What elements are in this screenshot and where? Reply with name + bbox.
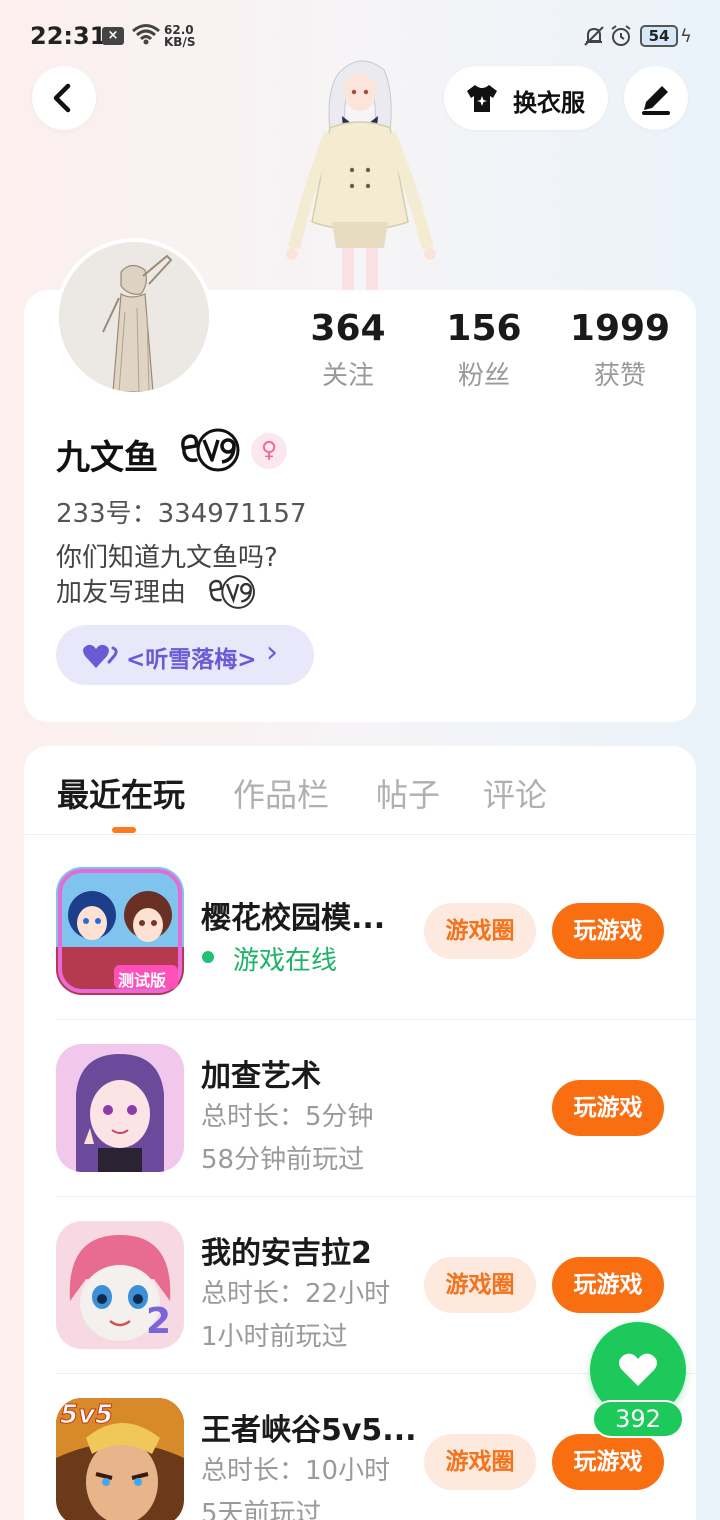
game-name: 樱花校园模... bbox=[201, 901, 386, 936]
heart-group-icon bbox=[83, 644, 118, 668]
tab-recently-played[interactable]: 最近在玩 bbox=[57, 770, 185, 816]
tab-works[interactable]: 作品栏 bbox=[233, 770, 329, 816]
game-circle-button[interactable]: 游戏圈 bbox=[424, 1434, 536, 1490]
game-duration: 总时长：5分钟 bbox=[201, 1102, 374, 1132]
stat-likes[interactable]: 1999 获赞 bbox=[550, 308, 690, 392]
game-circle-button[interactable]: 游戏圈 bbox=[424, 1257, 536, 1313]
active-tab-indicator bbox=[112, 827, 136, 833]
play-game-button[interactable]: 玩游戏 bbox=[552, 1080, 664, 1136]
game-name: 加查艺术 bbox=[201, 1059, 321, 1094]
play-game-button[interactable]: 玩游戏 bbox=[552, 1257, 664, 1313]
charging-icon: ϟ bbox=[680, 26, 692, 47]
tab-comments[interactable]: 评论 bbox=[483, 770, 547, 816]
tab-posts[interactable]: 帖子 bbox=[376, 770, 440, 816]
test-version-badge: 测试版 bbox=[118, 971, 167, 990]
chevron-right-icon: › bbox=[266, 635, 278, 670]
fans-count: 156 bbox=[446, 308, 522, 349]
avatar-3d-character[interactable] bbox=[280, 52, 440, 292]
stat-fans[interactable]: 156 粉丝 bbox=[414, 308, 554, 392]
heart-icon bbox=[618, 1353, 658, 1386]
bell-muted-icon bbox=[584, 26, 604, 46]
stat-following[interactable]: 364 关注 bbox=[278, 308, 418, 392]
bio-line-1: 你们知道九文鱼吗? bbox=[56, 543, 278, 573]
group-pill[interactable]: <听雪落梅> › bbox=[56, 625, 314, 685]
profile-avatar[interactable] bbox=[55, 238, 213, 396]
game-online-status: 游戏在线 bbox=[233, 946, 338, 976]
account-id[interactable]: 233号：334971157 bbox=[56, 493, 307, 530]
game-icon-gacha-art[interactable] bbox=[56, 1044, 184, 1172]
wifi-icon bbox=[132, 24, 160, 45]
play-game-button[interactable]: 玩游戏 bbox=[552, 903, 664, 959]
back-button[interactable] bbox=[32, 66, 96, 130]
group-name: <听雪落梅> bbox=[126, 647, 257, 673]
female-icon: ♀ bbox=[251, 433, 287, 469]
game-last-played: 1小时前玩过 bbox=[201, 1322, 348, 1352]
game-icon-my-angela-2[interactable]: 2 bbox=[56, 1221, 184, 1349]
game-row[interactable]: 5v5 王者峡谷5v5... 总时长：10小时 5天前玩过 游戏圈 玩游戏 bbox=[24, 1374, 696, 1520]
v9-level-icon-small bbox=[209, 575, 255, 609]
edit-profile-button[interactable] bbox=[624, 66, 688, 130]
network-speed-unit: KB/S bbox=[164, 35, 196, 49]
network-speed: 62.0 KB/S bbox=[164, 24, 195, 48]
5v5-badge: 5v5 bbox=[59, 1400, 114, 1431]
following-label: 关注 bbox=[321, 361, 374, 391]
fans-label: 粉丝 bbox=[457, 361, 510, 391]
game-circle-button[interactable]: 游戏圈 bbox=[424, 903, 536, 959]
following-count: 364 bbox=[310, 308, 386, 349]
game-last-played: 58分钟前玩过 bbox=[201, 1145, 365, 1175]
game-duration: 总时长：22小时 bbox=[201, 1279, 391, 1309]
game-row[interactable]: 加查艺术 总时长：5分钟 58分钟前玩过 玩游戏 bbox=[24, 1020, 696, 1197]
game-icon-sakura-school[interactable]: 测试版 bbox=[56, 867, 184, 995]
back-arrow-icon bbox=[53, 83, 71, 113]
status-time: 22:31 bbox=[30, 22, 107, 50]
game-row[interactable]: 测试版 樱花校园模... 游戏在线 游戏圈 玩游戏 bbox=[24, 843, 696, 1020]
tab-divider bbox=[24, 834, 696, 835]
v9-level-icon bbox=[181, 428, 240, 472]
battery-indicator: 54 bbox=[640, 25, 678, 47]
pen-icon bbox=[642, 86, 670, 115]
notification-x-icon: × bbox=[102, 27, 124, 45]
play-game-button[interactable]: 玩游戏 bbox=[552, 1434, 664, 1490]
tshirt-icon bbox=[467, 85, 497, 112]
game-icon-honor-of-kings[interactable]: 5v5 bbox=[56, 1398, 184, 1520]
game-duration: 总时长：10小时 bbox=[201, 1456, 391, 1486]
likes-label: 获赞 bbox=[593, 361, 646, 391]
change-outfit-button[interactable]: 换衣服 bbox=[444, 66, 608, 130]
nickname: 九文鱼 bbox=[56, 438, 158, 478]
game-last-played: 5天前玩过 bbox=[201, 1499, 322, 1520]
like-count: 392 bbox=[592, 1400, 684, 1438]
online-dot-icon bbox=[202, 951, 214, 963]
angela-2-badge: 2 bbox=[146, 1301, 172, 1342]
likes-count: 1999 bbox=[569, 308, 671, 349]
game-name: 王者峡谷5v5... bbox=[201, 1413, 417, 1448]
alarm-icon bbox=[611, 25, 631, 46]
game-name: 我的安吉拉2 bbox=[201, 1236, 372, 1271]
change-outfit-label: 换衣服 bbox=[513, 89, 585, 117]
